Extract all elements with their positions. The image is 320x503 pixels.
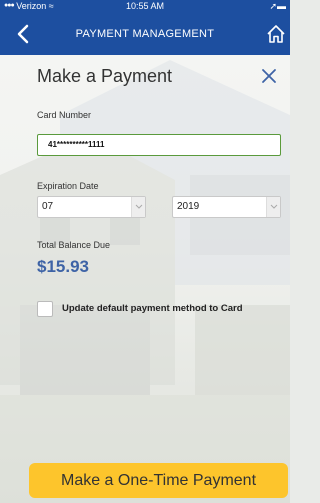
default-payment-checkbox[interactable] bbox=[37, 301, 53, 317]
page-title: PAYMENT MANAGEMENT bbox=[75, 28, 215, 40]
chevron-down-icon bbox=[266, 197, 280, 217]
exp-month-value: 07 bbox=[42, 201, 54, 212]
payment-form-panel: Make a Payment Card Number 41**********1… bbox=[0, 55, 290, 503]
exp-month-select[interactable]: 07 bbox=[37, 196, 146, 218]
card-number-field[interactable]: 41**********1111 bbox=[37, 134, 281, 156]
exp-year-select[interactable]: 2019 bbox=[172, 196, 281, 218]
battery-icon: ➚▬ bbox=[269, 1, 286, 11]
balance-amount: $15.93 bbox=[37, 257, 89, 276]
close-icon[interactable] bbox=[260, 67, 278, 85]
status-bar: ●●● Verizon ≈ 10:55 AM ➚▬ bbox=[0, 0, 290, 13]
clock: 10:55 AM bbox=[125, 1, 165, 11]
form-heading: Make a Payment bbox=[37, 66, 173, 86]
default-payment-label: Update default payment method to Card bbox=[62, 303, 243, 314]
expiration-date-label: Expiration Date bbox=[37, 181, 99, 191]
one-time-payment-button[interactable]: Make a One-Time Payment bbox=[29, 463, 288, 498]
chevron-down-icon bbox=[131, 197, 145, 217]
home-icon[interactable] bbox=[266, 24, 286, 44]
nav-bar: PAYMENT MANAGEMENT bbox=[0, 13, 290, 55]
card-number-label: Card Number bbox=[37, 110, 92, 120]
house-background-image bbox=[0, 60, 290, 503]
balance-label: Total Balance Due bbox=[37, 240, 111, 250]
exp-year-value: 2019 bbox=[177, 201, 200, 212]
